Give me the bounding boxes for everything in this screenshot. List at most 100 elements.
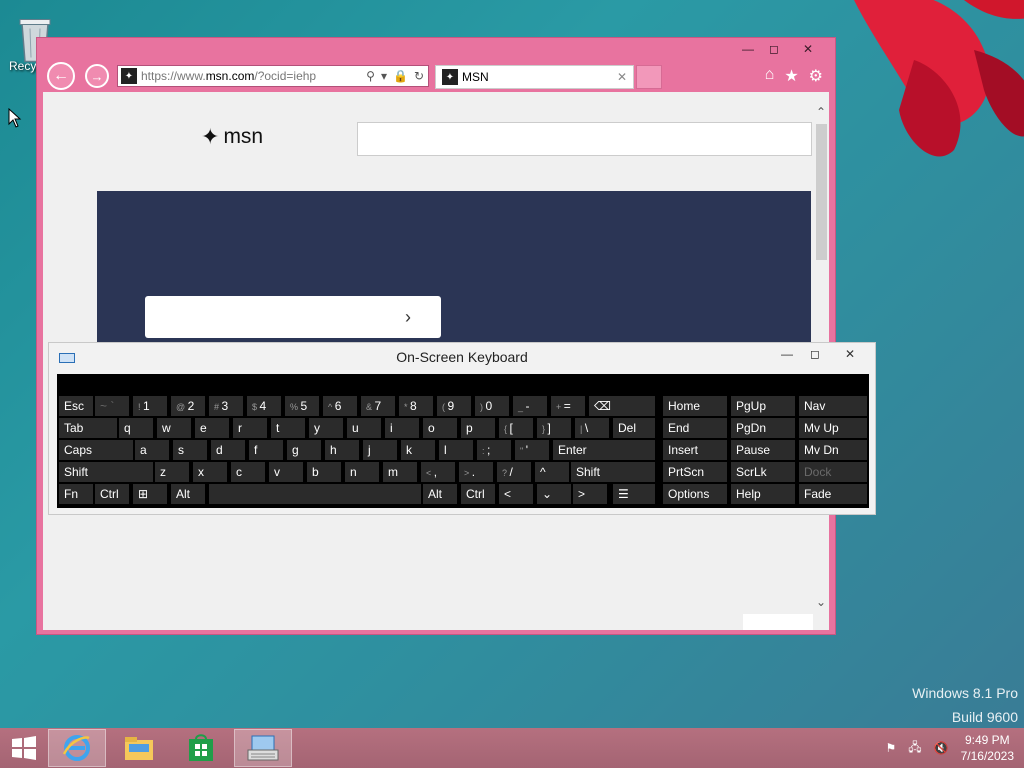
key-l[interactable]: l <box>439 440 473 460</box>
taskbar-ie-button[interactable] <box>48 729 106 767</box>
key-quote[interactable]: " ' <box>515 440 549 460</box>
key-prtscn[interactable]: PrtScn <box>663 462 727 482</box>
key-caps[interactable]: Caps <box>59 440 133 460</box>
key-fade[interactable]: Fade <box>799 484 867 504</box>
key-pgup[interactable]: PgUp <box>731 396 795 416</box>
key-backspace[interactable]: ⌫ <box>589 396 655 416</box>
key-equals[interactable]: + = <box>551 396 585 416</box>
taskbar-file-explorer-button[interactable] <box>110 729 168 767</box>
key-3[interactable]: # 3 <box>209 396 243 416</box>
dropdown-arrow-icon[interactable]: ▾ <box>381 69 387 83</box>
key-right[interactable]: > <box>573 484 607 504</box>
key-down[interactable]: ⌄ <box>537 484 571 504</box>
key-scrlk[interactable]: ScrLk <box>731 462 795 482</box>
key-end[interactable]: End <box>663 418 727 438</box>
key-rbracket[interactable]: } ] <box>537 418 571 438</box>
key-esc[interactable]: Esc <box>59 396 93 416</box>
key-insert[interactable]: Insert <box>663 440 727 460</box>
key-options[interactable]: Options <box>663 484 727 504</box>
maximize-button[interactable]: ◻ <box>761 40 787 58</box>
key-tilde[interactable]: ~ ` <box>95 396 129 416</box>
key-w[interactable]: w <box>157 418 191 438</box>
key-k[interactable]: k <box>401 440 435 460</box>
key-pgdn[interactable]: PgDn <box>731 418 795 438</box>
key-5[interactable]: % 5 <box>285 396 319 416</box>
key-minus[interactable]: _ - <box>513 396 547 416</box>
key-comma[interactable]: < , <box>421 462 455 482</box>
key-d[interactable]: d <box>211 440 245 460</box>
key-a[interactable]: a <box>135 440 169 460</box>
address-url[interactable]: https://www.msn.com/?ocid=iehp <box>141 69 316 83</box>
osk-maximize-button[interactable]: ◻ <box>801 345 829 363</box>
key-f[interactable]: f <box>249 440 283 460</box>
scroll-up-icon[interactable]: ⌃ <box>813 104 829 120</box>
key-y[interactable]: y <box>309 418 343 438</box>
home-icon[interactable]: ⌂ <box>765 66 775 86</box>
key-dock[interactable]: Dock <box>799 462 867 482</box>
key-1[interactable]: ! 1 <box>133 396 167 416</box>
key-alt-left[interactable]: Alt <box>171 484 205 504</box>
address-bar[interactable]: ✦ https://www.msn.com/?ocid=iehp ⚲ ▾ 🔒 ↻ <box>117 65 429 87</box>
action-center-flag-icon[interactable]: ⚑ <box>886 741 897 755</box>
key-lbracket[interactable]: { [ <box>499 418 533 438</box>
key-n[interactable]: n <box>345 462 379 482</box>
msn-logo[interactable]: ✦ msn <box>201 124 263 150</box>
key-s[interactable]: s <box>173 440 207 460</box>
volume-muted-icon[interactable]: 🔇 <box>934 741 949 755</box>
key-v[interactable]: v <box>269 462 303 482</box>
key-4[interactable]: $ 4 <box>247 396 281 416</box>
osk-close-button[interactable]: ✕ <box>829 345 871 363</box>
key-semicolon[interactable]: : ; <box>477 440 511 460</box>
key-del[interactable]: Del <box>613 418 655 438</box>
minimize-button[interactable]: — <box>735 40 761 58</box>
settings-gear-icon[interactable]: ⚙ <box>809 66 823 86</box>
key-period[interactable]: > . <box>459 462 493 482</box>
taskbar-store-button[interactable] <box>172 729 230 767</box>
lock-icon[interactable]: 🔒 <box>393 69 408 83</box>
start-button[interactable] <box>0 728 48 768</box>
back-button[interactable]: ← <box>47 62 75 90</box>
key-slash[interactable]: ? / <box>497 462 531 482</box>
key-ctrl-right[interactable]: Ctrl <box>461 484 495 504</box>
key-enter[interactable]: Enter <box>553 440 655 460</box>
key-q[interactable]: q <box>119 418 153 438</box>
close-tab-icon[interactable]: ✕ <box>617 70 627 84</box>
key-o[interactable]: o <box>423 418 457 438</box>
key-t[interactable]: t <box>271 418 305 438</box>
key-6[interactable]: ^ 6 <box>323 396 357 416</box>
key-nav[interactable]: Nav <box>799 396 867 416</box>
key-mvup[interactable]: Mv Up <box>799 418 867 438</box>
refresh-icon[interactable]: ↻ <box>414 69 424 83</box>
key-8[interactable]: * 8 <box>399 396 433 416</box>
key-left[interactable]: < <box>499 484 533 504</box>
key-alt-right[interactable]: Alt <box>423 484 457 504</box>
forward-button[interactable]: → <box>85 64 109 88</box>
key-win[interactable]: ⊞ <box>133 484 167 504</box>
key-home[interactable]: Home <box>663 396 727 416</box>
favorites-star-icon[interactable]: ★ <box>784 66 798 86</box>
key-x[interactable]: x <box>193 462 227 482</box>
key-space[interactable] <box>209 484 421 504</box>
key-shift-right[interactable]: Shift <box>571 462 655 482</box>
scroll-thumb[interactable] <box>816 124 827 260</box>
key-r[interactable]: r <box>233 418 267 438</box>
key-ctrl-left[interactable]: Ctrl <box>95 484 129 504</box>
key-p[interactable]: p <box>461 418 495 438</box>
network-icon[interactable]: 🖧 <box>908 738 921 759</box>
tab-msn[interactable]: ✦ MSN ✕ <box>435 65 634 89</box>
key-i[interactable]: i <box>385 418 419 438</box>
key-mvdn[interactable]: Mv Dn <box>799 440 867 460</box>
key-up[interactable]: ^ <box>535 462 569 482</box>
key-e[interactable]: e <box>195 418 229 438</box>
scroll-down-icon[interactable]: ⌄ <box>813 594 829 610</box>
msn-search-input[interactable] <box>357 122 812 156</box>
key-pause[interactable]: Pause <box>731 440 795 460</box>
new-tab-button[interactable] <box>636 65 662 89</box>
close-button[interactable]: ✕ <box>787 40 829 58</box>
key-7[interactable]: & 7 <box>361 396 395 416</box>
search-icon[interactable]: ⚲ <box>366 69 375 83</box>
key-fn[interactable]: Fn <box>59 484 93 504</box>
key-shift-left[interactable]: Shift <box>59 462 153 482</box>
key-h[interactable]: h <box>325 440 359 460</box>
key-menu[interactable]: ☰ <box>613 484 655 504</box>
